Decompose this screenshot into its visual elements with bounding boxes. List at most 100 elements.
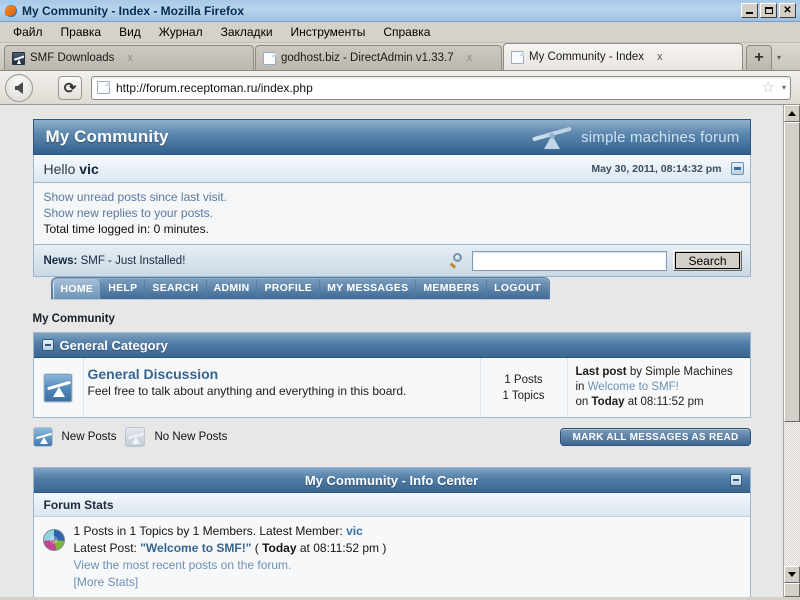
- new-posts-label: New Posts: [61, 431, 117, 443]
- window-title: My Community - Index - Mozilla Firefox: [22, 3, 245, 18]
- menu-tab-profile[interactable]: PROFILE: [257, 279, 321, 297]
- search-input[interactable]: [472, 250, 668, 271]
- menu-file[interactable]: Файл: [4, 23, 52, 41]
- firefox-logo-icon: [4, 4, 18, 18]
- menu-view[interactable]: Вид: [110, 23, 150, 41]
- forum-title: My Community: [45, 127, 169, 146]
- stats-lines: 1 Posts in 1 Topics by 1 Members. Latest…: [74, 523, 750, 591]
- board-description: Feel free to talk about anything and eve…: [87, 384, 407, 398]
- forum-stats-header: Forum Stats: [33, 493, 750, 517]
- board-last-post: Last post by Simple Machines in Welcome …: [568, 358, 750, 417]
- board-row: General Discussion Feel free to talk abo…: [33, 358, 750, 417]
- window-controls: ✕: [741, 3, 798, 18]
- last-post-topic-link[interactable]: Welcome to SMF!: [588, 381, 679, 393]
- url-bar[interactable]: http://forum.receptoman.ru/index.php ☆ ▾: [91, 75, 791, 100]
- menu-edit[interactable]: Правка: [52, 23, 111, 41]
- smf-favicon-icon: [12, 51, 25, 65]
- more-stats-link[interactable]: [More Stats]: [74, 575, 139, 589]
- menu-help[interactable]: Справка: [374, 23, 439, 41]
- collapse-info-center-icon[interactable]: [729, 474, 742, 486]
- nav-buttons: [5, 73, 51, 102]
- document-favicon-icon: [263, 51, 276, 65]
- info-center-title: My Community - Info Center: [304, 472, 479, 488]
- document-favicon-icon: [511, 50, 524, 64]
- collapse-userbox-icon[interactable]: [730, 162, 744, 175]
- new-posts-icon: [32, 427, 53, 447]
- board-posts-count: 1 Posts: [504, 373, 543, 386]
- menu-tab-search[interactable]: SEARCH: [145, 279, 207, 297]
- forum-page: My Community simple machines forum Hello…: [0, 105, 783, 597]
- menu-bookmarks[interactable]: Закладки: [212, 23, 282, 41]
- board-icon-cell: [34, 358, 84, 417]
- board-main: General Discussion Feel free to talk abo…: [84, 358, 480, 417]
- menu-tools[interactable]: Инструменты: [282, 23, 375, 41]
- menu-tab-home[interactable]: HOME: [52, 279, 102, 299]
- stats-summary-text: 1 Posts in 1 Topics by 1 Members. Latest…: [73, 524, 343, 538]
- news-search-bar: News: SMF - Just Installed! Search: [32, 245, 751, 277]
- news-text: News: SMF - Just Installed!: [44, 255, 186, 267]
- latest-post-day: Today: [262, 541, 297, 555]
- tab-label: My Community - Index: [529, 51, 645, 63]
- no-new-posts-icon: [125, 427, 146, 447]
- board-title-link[interactable]: General Discussion: [88, 366, 470, 383]
- scrollbar-thumb[interactable]: [784, 122, 800, 422]
- menu-tab-help[interactable]: HELP: [101, 279, 146, 297]
- windmill-logo-icon: [530, 124, 574, 150]
- view-recent-posts-link[interactable]: View the most recent posts on the forum.: [74, 558, 292, 572]
- maximize-button[interactable]: [760, 3, 777, 18]
- latest-member-link[interactable]: vic: [346, 524, 363, 538]
- bookmark-star-icon[interactable]: ☆: [762, 80, 775, 95]
- board-topics-count: 1 Topics: [502, 389, 545, 402]
- browser-tab-my-community[interactable]: My Community - Index x: [503, 43, 743, 70]
- minimize-button[interactable]: [741, 3, 758, 18]
- latest-post-time: at 08:11:52 pm: [299, 541, 380, 555]
- board-legend: New Posts No New Posts MARK ALL MESSAGES…: [32, 424, 751, 450]
- tab-strip: SMF Downloads x godhost.biz - DirectAdmi…: [0, 43, 800, 71]
- board-stats: 1 Posts 1 Topics: [479, 358, 568, 417]
- category-title[interactable]: General Category: [60, 338, 168, 353]
- forum-stats-body: 1 Posts in 1 Topics by 1 Members. Latest…: [33, 517, 750, 597]
- show-unread-posts-link[interactable]: Show unread posts since last visit.: [44, 189, 740, 205]
- board-windmill-icon[interactable]: [43, 372, 73, 403]
- vertical-scrollbar[interactable]: [783, 105, 800, 597]
- back-button[interactable]: [5, 73, 33, 102]
- tab-close-icon[interactable]: x: [127, 52, 133, 64]
- resize-grip[interactable]: [784, 583, 800, 597]
- stats-icon-cell: [34, 523, 74, 591]
- menu-tab-members[interactable]: MEMBERS: [416, 279, 488, 297]
- menubar: Файл Правка Вид Журнал Закладки Инструме…: [0, 22, 800, 43]
- greeting-username: vic: [79, 160, 99, 177]
- browser-tab-smf-downloads[interactable]: SMF Downloads x: [4, 45, 254, 70]
- scrollbar-track[interactable]: [784, 122, 800, 566]
- reload-button[interactable]: ⟳: [58, 75, 82, 100]
- tab-close-icon[interactable]: x: [467, 52, 473, 64]
- news-body: SMF - Just Installed!: [80, 254, 186, 267]
- pie-chart-icon: [42, 529, 65, 551]
- scroll-up-button[interactable]: [784, 105, 800, 122]
- chevron-down-icon[interactable]: ▾: [782, 83, 786, 92]
- forum-menu-tabs: HOME HELP SEARCH ADMIN PROFILE MY MESSAG…: [50, 277, 751, 299]
- new-tab-button[interactable]: +: [746, 45, 772, 70]
- scroll-down-button[interactable]: [784, 566, 800, 583]
- list-all-tabs-icon[interactable]: ▾: [772, 45, 786, 70]
- menu-history[interactable]: Журнал: [150, 23, 212, 41]
- show-new-replies-link[interactable]: Show new replies to your posts.: [44, 205, 740, 221]
- tab-close-icon[interactable]: x: [657, 51, 663, 63]
- breadcrumb[interactable]: My Community: [33, 313, 751, 325]
- last-post-day: Today: [591, 396, 625, 408]
- menu-tab-logout[interactable]: LOGOUT: [487, 279, 548, 297]
- latest-post-line: Latest Post: "Welcome to SMF!" ( Today a…: [74, 540, 740, 557]
- menu-tab-my-messages[interactable]: MY MESSAGES: [320, 279, 417, 297]
- collapse-category-icon[interactable]: [41, 339, 54, 351]
- news-label: News:: [43, 254, 78, 267]
- browser-tab-godhost[interactable]: godhost.biz - DirectAdmin v1.33.7 x: [255, 45, 502, 70]
- mark-all-read-button[interactable]: MARK ALL MESSAGES AS READ: [560, 428, 751, 446]
- menu-tab-admin[interactable]: ADMIN: [206, 279, 258, 297]
- search-button[interactable]: Search: [673, 250, 742, 271]
- time-logged-in: Total time logged in: 0 minutes.: [43, 222, 209, 236]
- close-button[interactable]: ✕: [779, 3, 796, 18]
- paren-open: (: [254, 541, 259, 555]
- latest-post-title-link[interactable]: "Welcome to SMF!": [140, 541, 251, 555]
- greeting-bar: Hello vic May 30, 2011, 08:14:32 pm: [32, 155, 751, 183]
- category-block: General Category General Discussion Feel…: [32, 332, 751, 418]
